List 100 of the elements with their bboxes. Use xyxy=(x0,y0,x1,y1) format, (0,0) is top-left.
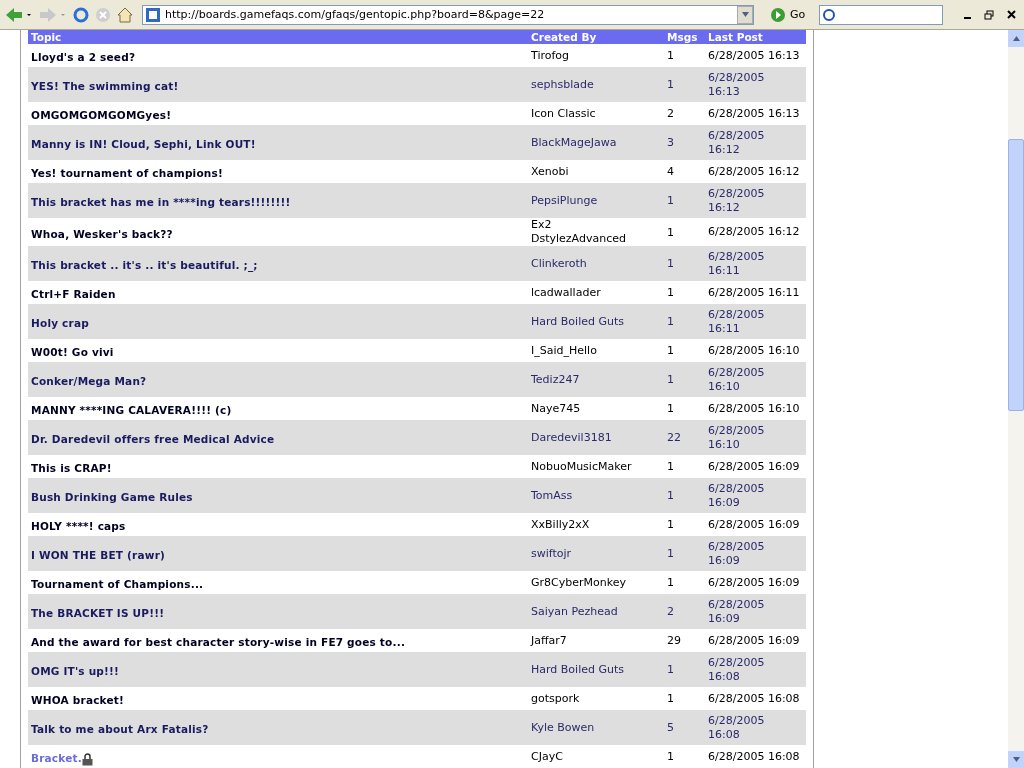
minimize-icon xyxy=(963,16,971,19)
creator-link[interactable]: lcadwallader xyxy=(531,285,643,300)
creator-link[interactable]: Saiyan Pezhead xyxy=(531,604,643,619)
creator-link[interactable]: sephsblade xyxy=(531,77,643,92)
topic-link[interactable]: Talk to me about Arx Fatalis? xyxy=(31,723,209,735)
last-post-time: 6/28/2005 16:08 xyxy=(708,655,766,684)
topic-link[interactable]: This is CRAP! xyxy=(31,462,112,474)
topic-link[interactable]: Bush Drinking Game Rules xyxy=(31,491,193,503)
topic-link[interactable]: Bracket. xyxy=(31,752,82,764)
creator-link[interactable]: Ex2 DstylezAdvanced xyxy=(531,218,643,246)
last-post-time: 6/28/2005 16:10 xyxy=(708,365,766,394)
creator-link[interactable]: Gr8CyberMonkey xyxy=(531,575,643,590)
message-count: 1 xyxy=(667,78,675,91)
last-post-time: 6/28/2005 16:10 xyxy=(708,343,801,358)
message-count: 2 xyxy=(667,605,675,618)
topic-link[interactable]: MANNY ****ING CALAVERA!!!! (c) xyxy=(31,404,232,416)
topic-link[interactable]: Dr. Daredevil offers free Medical Advice xyxy=(31,433,275,445)
address-bar[interactable]: http://boards.gamefaqs.com/gfaqs/gentopic.php?board=8&page=22 xyxy=(142,4,754,25)
message-count: 1 xyxy=(667,402,675,415)
last-post-time: 6/28/2005 16:12 xyxy=(708,225,801,239)
search-field[interactable] xyxy=(819,4,944,25)
topic-link[interactable]: Ctrl+F Raiden xyxy=(31,288,116,300)
message-count: 1 xyxy=(667,344,675,357)
message-count: 1 xyxy=(667,194,675,207)
topic-link[interactable]: Lloyd's a 2 seed? xyxy=(31,51,136,63)
last-post-time: 6/28/2005 16:09 xyxy=(708,575,801,590)
creator-link[interactable]: BlackMageJawa xyxy=(531,135,643,150)
topic-link[interactable]: Whoa, Wesker's back?? xyxy=(31,227,173,240)
up-arrow-icon xyxy=(1012,36,1020,41)
creator-link[interactable]: Icon Classic xyxy=(531,106,643,121)
scroll-down-button[interactable] xyxy=(1008,751,1024,768)
scroll-up-button[interactable] xyxy=(1008,30,1024,47)
message-count: 1 xyxy=(667,663,675,676)
topic-link[interactable]: Holy crap xyxy=(31,317,89,329)
creator-link[interactable]: PepsiPlunge xyxy=(531,193,643,208)
topic-link[interactable]: The BRACKET IS UP!!! xyxy=(31,607,165,619)
last-post-time: 6/28/2005 16:12 xyxy=(708,164,801,179)
topic-link[interactable]: This bracket .. it's .. it's beautiful. ;_; xyxy=(31,259,258,271)
last-post-time: 6/28/2005 16:10 xyxy=(708,423,766,452)
last-post-time: 6/28/2005 16:09 xyxy=(708,633,801,648)
topic-link[interactable]: Conker/Mega Man? xyxy=(31,375,147,387)
message-count: 4 xyxy=(667,165,675,178)
column-header: Created By xyxy=(528,30,664,44)
topic-link[interactable]: OMG IT's up!!! xyxy=(31,665,119,677)
last-post-time: 6/28/2005 16:09 xyxy=(708,517,801,532)
topic-link[interactable]: WHOA bracket! xyxy=(31,694,125,706)
column-header: Last Post xyxy=(705,30,806,44)
scrollbar[interactable] xyxy=(1008,30,1024,768)
last-post-time: 6/28/2005 16:12 xyxy=(708,128,766,157)
message-count: 1 xyxy=(667,49,675,62)
message-count: 1 xyxy=(667,225,675,239)
topic-link[interactable]: And the award for best character story-wise in FE7 goes to... xyxy=(31,636,406,648)
go-button[interactable]: Go xyxy=(770,6,806,23)
topic-link[interactable]: YES! The swimming cat! xyxy=(31,80,179,92)
message-count: 2 xyxy=(667,107,675,120)
topic-link[interactable]: I WON THE BET (rawr) xyxy=(31,549,166,561)
topic-link[interactable]: Tournament of Champions... xyxy=(31,578,204,590)
creator-link[interactable]: TomAss xyxy=(531,488,643,503)
caret-icon xyxy=(741,12,749,17)
dropdown-button[interactable] xyxy=(737,5,753,24)
scroll-thumb[interactable] xyxy=(1008,139,1024,411)
creator-link[interactable]: I_Said_Hello xyxy=(531,343,643,358)
topic-link[interactable]: Manny is IN! Cloud, Sephi, Link OUT! xyxy=(31,138,256,150)
last-post-time: 6/28/2005 16:09 xyxy=(708,597,766,626)
creator-link[interactable]: gotspork xyxy=(531,691,643,706)
creator-link[interactable]: Clinkeroth xyxy=(531,256,643,271)
message-count: 1 xyxy=(667,750,675,763)
creator-link[interactable]: CJayC xyxy=(531,749,643,764)
topic-link[interactable]: This bracket has me in ****ing tears!!!!!!!! xyxy=(31,196,291,208)
topic-link[interactable]: HOLY ****! caps xyxy=(31,520,126,532)
creator-link[interactable]: Hard Boiled Guts xyxy=(531,662,643,677)
creator-link[interactable]: Jaffar7 xyxy=(531,633,643,648)
restore-icon xyxy=(984,9,994,20)
message-count: 1 xyxy=(667,489,675,502)
last-post-time: 6/28/2005 16:09 xyxy=(708,459,801,474)
message-count: 1 xyxy=(667,257,675,270)
message-count: 1 xyxy=(667,315,675,328)
last-post-time: 6/28/2005 16:10 xyxy=(708,401,801,416)
creator-link[interactable]: Tediz247 xyxy=(531,372,643,387)
creator-link[interactable]: NobuoMusicMaker xyxy=(531,459,643,474)
creator-link[interactable]: Tirofog xyxy=(531,48,643,63)
message-count: 1 xyxy=(667,518,675,531)
creator-link[interactable]: Kyle Bowen xyxy=(531,720,643,735)
topic-link[interactable]: Yes! tournament of champions! xyxy=(31,167,223,179)
creator-link[interactable]: Naye745 xyxy=(531,401,643,416)
topic-link[interactable]: OMGOMGOMGOMGyes! xyxy=(31,109,172,121)
creator-link[interactable]: Hard Boiled Guts xyxy=(531,314,643,329)
last-post-time: 6/28/2005 16:13 xyxy=(708,106,801,121)
last-post-time: 6/28/2005 16:11 xyxy=(708,307,766,336)
page-icon xyxy=(145,6,161,23)
creator-link[interactable]: XxBilly2xX xyxy=(531,517,643,532)
creator-link[interactable]: swiftojr xyxy=(531,546,643,561)
creator-link[interactable]: Daredevil3181 xyxy=(531,430,643,445)
close-icon xyxy=(1006,10,1016,19)
lock-icon xyxy=(81,753,93,766)
creator-link[interactable]: Xenobi xyxy=(531,164,643,179)
message-count: 29 xyxy=(667,634,682,647)
message-count: 1 xyxy=(667,460,675,473)
topic-link[interactable]: W00t! Go vivi xyxy=(31,346,114,358)
last-post-time: 6/28/2005 16:08 xyxy=(708,691,801,706)
